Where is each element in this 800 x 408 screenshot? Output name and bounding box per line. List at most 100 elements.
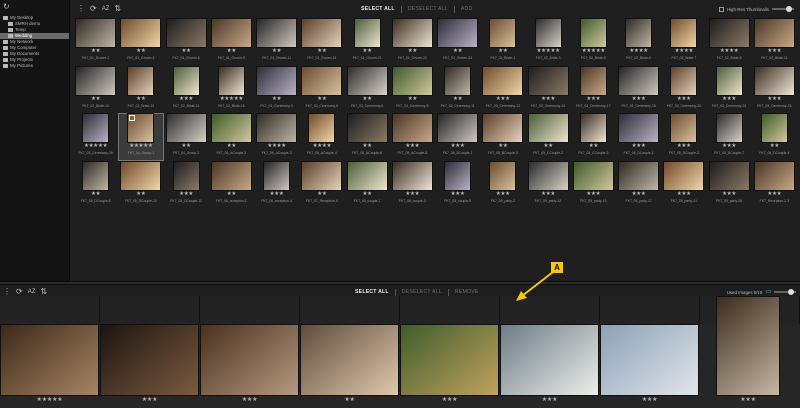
thumbnail-image[interactable] [128, 114, 154, 142]
thumbnail-image[interactable] [218, 66, 244, 95]
thumbnail-image[interactable] [438, 114, 477, 142]
star-rating[interactable]: ★★★★★ [571, 48, 616, 54]
thumbnail-cell[interactable]: ★★★ FK7_05_DCouple-7 [707, 113, 752, 161]
star-rating[interactable]: ★★★ [707, 143, 752, 149]
thumbnail-image[interactable] [76, 19, 115, 47]
star-rating[interactable]: ★★★ [164, 96, 209, 102]
thumbnail-cell[interactable]: ★★★★ FK7_02_Bride-7 [661, 18, 706, 66]
star-rating[interactable]: ★★★ [200, 396, 299, 404]
thumbnail-cell[interactable]: ★★ FK7_05_DCouple-10 [118, 161, 163, 209]
thumbnail-cell[interactable]: ★★★ FK7_Reception-2-3 [752, 161, 797, 209]
star-rating[interactable]: ★★★ [716, 396, 780, 404]
star-rating[interactable]: ★★ [118, 48, 163, 54]
thumbnail-image[interactable] [483, 66, 523, 95]
thumbnail-cell[interactable]: ★★ FK7_05_CCouple-2 [526, 113, 571, 161]
thumbnail-cell[interactable]: ★★★ FK7_09_party-2 [480, 161, 525, 209]
star-rating[interactable]: ★★★ [616, 191, 661, 197]
thumbnail-image[interactable] [573, 161, 613, 190]
star-rating[interactable]: ★★★ [435, 191, 480, 197]
thumbnail-cell[interactable]: ★★★ FK7_05_BCouple-1 [435, 113, 480, 161]
thumbnail-image[interactable] [83, 161, 108, 190]
sync-icon[interactable]: ⟳ [16, 288, 23, 296]
thumbnail-image[interactable] [211, 114, 251, 142]
thumbnail-cell[interactable]: ★★★ FK7_09_party-12 [526, 161, 571, 209]
thumbnail-image[interactable] [83, 114, 108, 142]
thumbnail-image[interactable] [392, 161, 432, 190]
thumbnail-image[interactable] [445, 161, 470, 190]
thumbnail-image[interactable] [392, 66, 432, 95]
thumbnail-image[interactable] [302, 161, 342, 190]
star-rating[interactable]: ★★ [390, 48, 435, 54]
star-rating[interactable]: ★★★ [752, 191, 797, 197]
thumbnail-cell[interactable]: ★★★ FK7_03_Ceremony-13 [526, 66, 571, 114]
high-res-checkbox[interactable] [718, 6, 724, 12]
star-rating[interactable]: ★★ [345, 48, 390, 54]
thumbnail-cell[interactable]: ★★ FK7_03_Ceremony-11 [435, 66, 480, 114]
thumbnail-cell[interactable]: ★★★ FK7_08_couple-5 [435, 161, 480, 209]
thumbnail-image[interactable] [347, 161, 387, 190]
thumbnail-cell[interactable]: ★★★ FK7_09_party-21 [661, 161, 706, 209]
star-rating[interactable]: ★★★★ [299, 143, 344, 149]
thumbnail-cell[interactable]: ★★★★ FK7_02_Bride-6 [616, 18, 661, 66]
star-rating[interactable]: ★★★ [571, 191, 616, 197]
thumbnail-image[interactable] [716, 114, 742, 142]
thumbnail-cell[interactable]: ★★★ FK7_09_party-26 [707, 161, 752, 209]
star-rating[interactable]: ★★ [435, 96, 480, 102]
thumbnail-image[interactable] [173, 66, 199, 95]
star-rating[interactable]: ★★★ [616, 96, 661, 102]
thumbnail-image[interactable] [490, 161, 516, 190]
thumbnail-image[interactable] [166, 114, 206, 142]
thumbnail-image[interactable] [302, 66, 342, 95]
thumbnail-image[interactable] [166, 19, 206, 47]
thumbnail-cell[interactable]: ★★★★ FK7_02_Bride-8 [707, 18, 752, 66]
star-rating[interactable]: ★★ [73, 96, 118, 102]
star-rating[interactable]: ★★★★★ [73, 143, 118, 149]
thumbnail-cell[interactable]: ★★★ FK7_03_Ceremony-20 [661, 66, 706, 114]
star-rating[interactable]: ★★★ [500, 396, 599, 404]
thumbnail-image[interactable] [528, 161, 568, 190]
thumbnail-image[interactable] [580, 19, 606, 47]
thumbnail-image[interactable] [671, 19, 697, 47]
filmstrip-image[interactable] [400, 324, 499, 396]
star-rating[interactable]: ★★★★ [661, 48, 706, 54]
thumbnail-image[interactable] [309, 114, 335, 142]
select-all-button[interactable]: SELECT ALL [361, 6, 395, 12]
star-rating[interactable]: ★★ [299, 96, 344, 102]
star-rating[interactable]: ★★ [164, 143, 209, 149]
star-rating[interactable]: ★★★ [752, 96, 797, 102]
thumbnail-cell[interactable]: ★★ FK7_04_Group-2 [164, 113, 209, 161]
filmstrip-image[interactable] [0, 324, 99, 396]
thumbnail-cell[interactable]: ★★★ FK7_05_DCouple-1 [616, 113, 661, 161]
thumbnail-image[interactable] [347, 114, 387, 142]
thumbnail-image[interactable] [173, 161, 199, 190]
thumbnail-image[interactable] [716, 66, 742, 95]
thumbnail-image[interactable] [535, 19, 561, 47]
thumbnail-image[interactable] [211, 19, 251, 47]
thumbnail-cell[interactable]: ★★ FK7_01_Groom-24 [435, 18, 480, 66]
filmstrip-image[interactable] [100, 324, 199, 396]
thumbnail-cell[interactable]: ★★★ FK7_05_ACouple-8 [390, 113, 435, 161]
star-rating[interactable]: ★★ [254, 96, 299, 102]
star-rating[interactable]: ★★ [345, 143, 390, 149]
star-rating[interactable]: ★★★ [480, 191, 525, 197]
star-rating[interactable]: ★★★ [661, 143, 706, 149]
thumbnail-image[interactable] [709, 161, 749, 190]
thumbnail-cell[interactable]: ★★★ FK7_03_Ceremony-18 [616, 66, 661, 114]
thumbnail-cell[interactable]: ★★ FK7_05_ACouple-2 [209, 113, 254, 161]
thumbnail-image[interactable] [626, 19, 651, 47]
filmstrip-size-slider[interactable] [774, 289, 796, 295]
thumbnail-cell[interactable]: ★★★ FK7_03_Ceremony-17 [571, 66, 616, 114]
thumbnail-cell[interactable]: ★★ FK7_03_Ceremony-6 [345, 66, 390, 114]
thumbnail-cell[interactable]: ★★★★★ FK7_02_Bride-5 [571, 18, 616, 66]
thumbnail-cell[interactable]: ★★ FK7_08_couple-1 [345, 161, 390, 209]
thumbnail-image[interactable] [211, 161, 251, 190]
star-rating[interactable]: ★★ [118, 96, 163, 102]
star-rating[interactable]: ★★★★ [254, 143, 299, 149]
star-rating[interactable]: ★★ [435, 48, 480, 54]
thumbnail-image[interactable] [121, 19, 161, 47]
filter-icon[interactable]: ⇅ [114, 5, 121, 13]
filmstrip-photo[interactable] [200, 324, 299, 396]
filmstrip-image[interactable] [600, 324, 699, 396]
deselect-all-button[interactable]: DESELECT ALL [402, 289, 442, 295]
star-rating[interactable]: ★★★ [616, 143, 661, 149]
